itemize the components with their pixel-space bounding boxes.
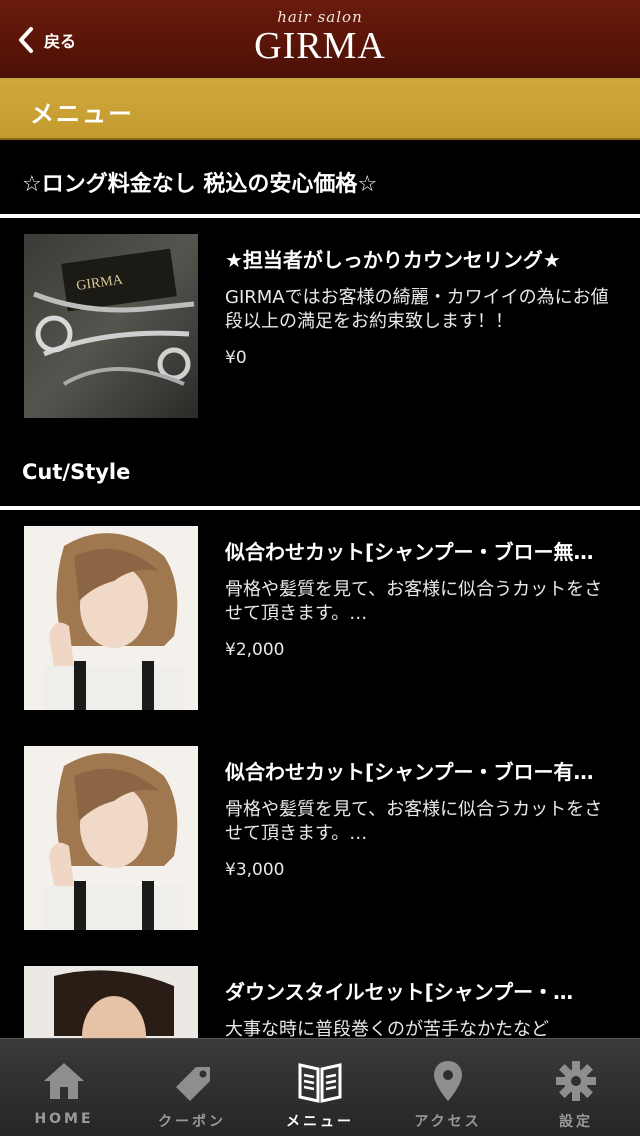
book-icon	[298, 1063, 342, 1103]
tab-home[interactable]: HOME	[0, 1039, 128, 1136]
tag-icon	[176, 1067, 210, 1101]
list-item[interactable]: 似合わせカット[シャンプー・ブロー有… 骨格や髪質を見て、お客様に似合うカットを…	[0, 730, 640, 950]
item-title: ダウンスタイルセット[シャンプー・…	[225, 980, 574, 1004]
item-title: 似合わせカット[シャンプー・ブロー無…	[225, 540, 594, 564]
map-pin-icon	[434, 1061, 462, 1101]
item-price: ¥2,000	[225, 640, 285, 660]
brand-name: GIRMA	[254, 25, 386, 67]
category-header: Cut/Style	[0, 440, 640, 510]
tab-label: メニュー	[286, 1114, 354, 1130]
tab-menu[interactable]: メニュー	[256, 1039, 384, 1136]
menu-list[interactable]: ☆ロング料金なし 税込の安心価格☆ GIRMA ★担当者がしっかりカウンセリング…	[0, 140, 640, 1038]
item-description: GIRMAではお客様の綺麗・カワイイの為にお値段以上の満足をお約束致します！！	[225, 287, 609, 332]
item-thumbnail	[24, 746, 198, 930]
item-price: ¥0	[225, 348, 247, 368]
tab-label: アクセス	[414, 1114, 482, 1130]
item-thumbnail: GIRMA	[24, 234, 198, 418]
tab-label: クーポン	[158, 1114, 226, 1130]
category-header: ☆ロング料金なし 税込の安心価格☆	[0, 140, 640, 218]
section-title: メニュー	[30, 100, 134, 128]
list-item[interactable]: 似合わせカット[シャンプー・ブロー無… 骨格や髪質を見て、お客様に似合うカットを…	[0, 510, 640, 730]
section-bar: メニュー	[0, 80, 640, 140]
brand-logo: hair salon GIRMA	[0, 8, 640, 66]
tab-label: 設定	[559, 1114, 593, 1130]
home-icon	[44, 1063, 84, 1099]
tab-access[interactable]: アクセス	[384, 1039, 512, 1136]
app-header: 戻る hair salon GIRMA	[0, 0, 640, 80]
item-description: 大事な時に普段巻くのが苦手なかたなど	[225, 1019, 549, 1038]
list-item[interactable]: GIRMA ★担当者がしっかりカウンセリング★ GIRMAではお客様の綺麗・カワ…	[0, 218, 640, 440]
gear-icon	[556, 1061, 596, 1101]
item-thumbnail	[24, 526, 198, 710]
item-title: ★担当者がしっかりカウンセリング★	[225, 248, 561, 272]
tab-coupon[interactable]: クーポン	[128, 1039, 256, 1136]
tab-label: HOME	[34, 1111, 94, 1127]
brand-subtitle: hair salon	[277, 8, 363, 26]
item-title: 似合わせカット[シャンプー・ブロー有…	[225, 760, 594, 784]
tab-settings[interactable]: 設定	[512, 1039, 640, 1136]
tab-bar: HOME クーポン メニュー アクセス 設定	[0, 1038, 640, 1136]
item-description: 骨格や髪質を見て、お客様に似合うカットをさせて頂きます。…	[225, 579, 603, 624]
item-price: ¥3,000	[225, 860, 285, 880]
item-thumbnail	[24, 966, 198, 1038]
item-description: 骨格や髪質を見て、お客様に似合うカットをさせて頂きます。…	[225, 799, 603, 844]
list-item[interactable]: ダウンスタイルセット[シャンプー・… 大事な時に普段巻くのが苦手なかたなど	[0, 950, 640, 1038]
